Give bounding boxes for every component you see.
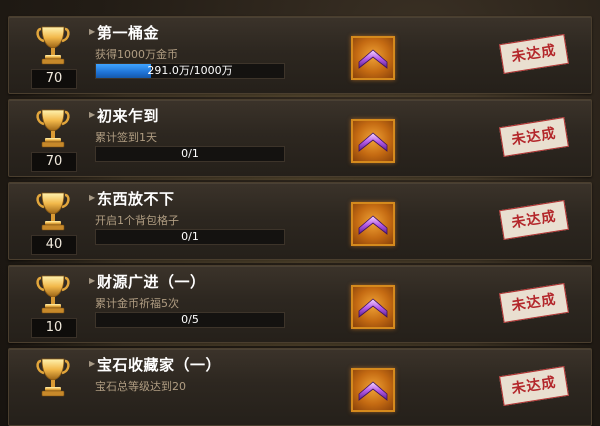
progress-bar: 0/5	[95, 312, 285, 328]
gold-trophy-icon	[36, 275, 70, 314]
achievement-points: 40	[31, 235, 77, 255]
achievement-title: 宝石收藏家（一）	[97, 356, 222, 374]
achievement-screen: 70 ▶ 第一桶金 获得1000万金币 291.0万/1000万 未达成 70 …	[0, 0, 600, 426]
not-achieved-stamp: 未达成	[499, 117, 569, 157]
purple-chevron-gem-icon	[358, 132, 388, 152]
progress-bar: 291.0万/1000万	[95, 63, 285, 79]
purple-chevron-gem-icon	[358, 298, 388, 318]
reward-icon[interactable]	[351, 202, 395, 246]
not-achieved-stamp: 未达成	[499, 283, 569, 323]
progress-bar: 0/1	[95, 229, 285, 245]
purple-chevron-gem-icon	[358, 381, 388, 401]
purple-chevron-gem-icon	[358, 49, 388, 69]
achievement-row[interactable]: 70 ▶ 初来乍到 累计签到1天 0/1 未达成	[8, 99, 592, 180]
not-achieved-stamp: 未达成	[499, 34, 569, 74]
achievement-row[interactable]: 70 ▶ 第一桶金 获得1000万金币 291.0万/1000万 未达成	[8, 16, 592, 97]
progress-bar: 0/1	[95, 146, 285, 162]
achievement-points: 70	[31, 152, 77, 172]
achievement-description: 累计金币祈福5次	[95, 297, 179, 310]
reward-icon[interactable]	[351, 368, 395, 412]
gold-trophy-icon	[36, 109, 70, 148]
title-arrow-icon: ▶	[89, 27, 96, 36]
title-arrow-icon: ▶	[89, 193, 96, 202]
achievement-row[interactable]: 10 ▶ 财源广进（一） 累计金币祈福5次 0/5 未达成	[8, 265, 592, 346]
achievement-row[interactable]: 40 ▶ 东西放不下 开启1个背包格子 0/1 未达成	[8, 182, 592, 263]
title-arrow-icon: ▶	[89, 359, 96, 368]
progress-text: 0/1	[181, 230, 199, 243]
gold-trophy-icon	[36, 358, 70, 397]
progress-text: 0/5	[181, 313, 199, 326]
not-achieved-stamp: 未达成	[499, 200, 569, 240]
achievement-description: 宝石总等级达到20	[95, 380, 186, 393]
achievement-points: 10	[31, 318, 77, 338]
achievement-description: 获得1000万金币	[95, 48, 178, 61]
achievement-description: 累计签到1天	[95, 131, 157, 144]
purple-chevron-gem-icon	[358, 215, 388, 235]
reward-icon[interactable]	[351, 36, 395, 80]
title-arrow-icon: ▶	[89, 276, 96, 285]
progress-text: 0/1	[181, 147, 199, 160]
gold-trophy-icon	[36, 192, 70, 231]
reward-icon[interactable]	[351, 285, 395, 329]
achievement-list: 70 ▶ 第一桶金 获得1000万金币 291.0万/1000万 未达成 70 …	[8, 16, 592, 426]
progress-text: 291.0万/1000万	[147, 64, 233, 77]
achievement-title: 财源广进（一）	[97, 273, 206, 291]
gold-trophy-icon	[36, 26, 70, 65]
reward-icon[interactable]	[351, 119, 395, 163]
achievement-title: 东西放不下	[97, 190, 175, 208]
achievement-points: 70	[31, 69, 77, 89]
title-arrow-icon: ▶	[89, 110, 96, 119]
achievement-row[interactable]: ▶ 宝石收藏家（一） 宝石总等级达到20 未达成	[8, 348, 592, 426]
not-achieved-stamp: 未达成	[499, 366, 569, 406]
achievement-title: 第一桶金	[97, 24, 160, 42]
achievement-description: 开启1个背包格子	[95, 214, 179, 227]
achievement-title: 初来乍到	[97, 107, 160, 125]
